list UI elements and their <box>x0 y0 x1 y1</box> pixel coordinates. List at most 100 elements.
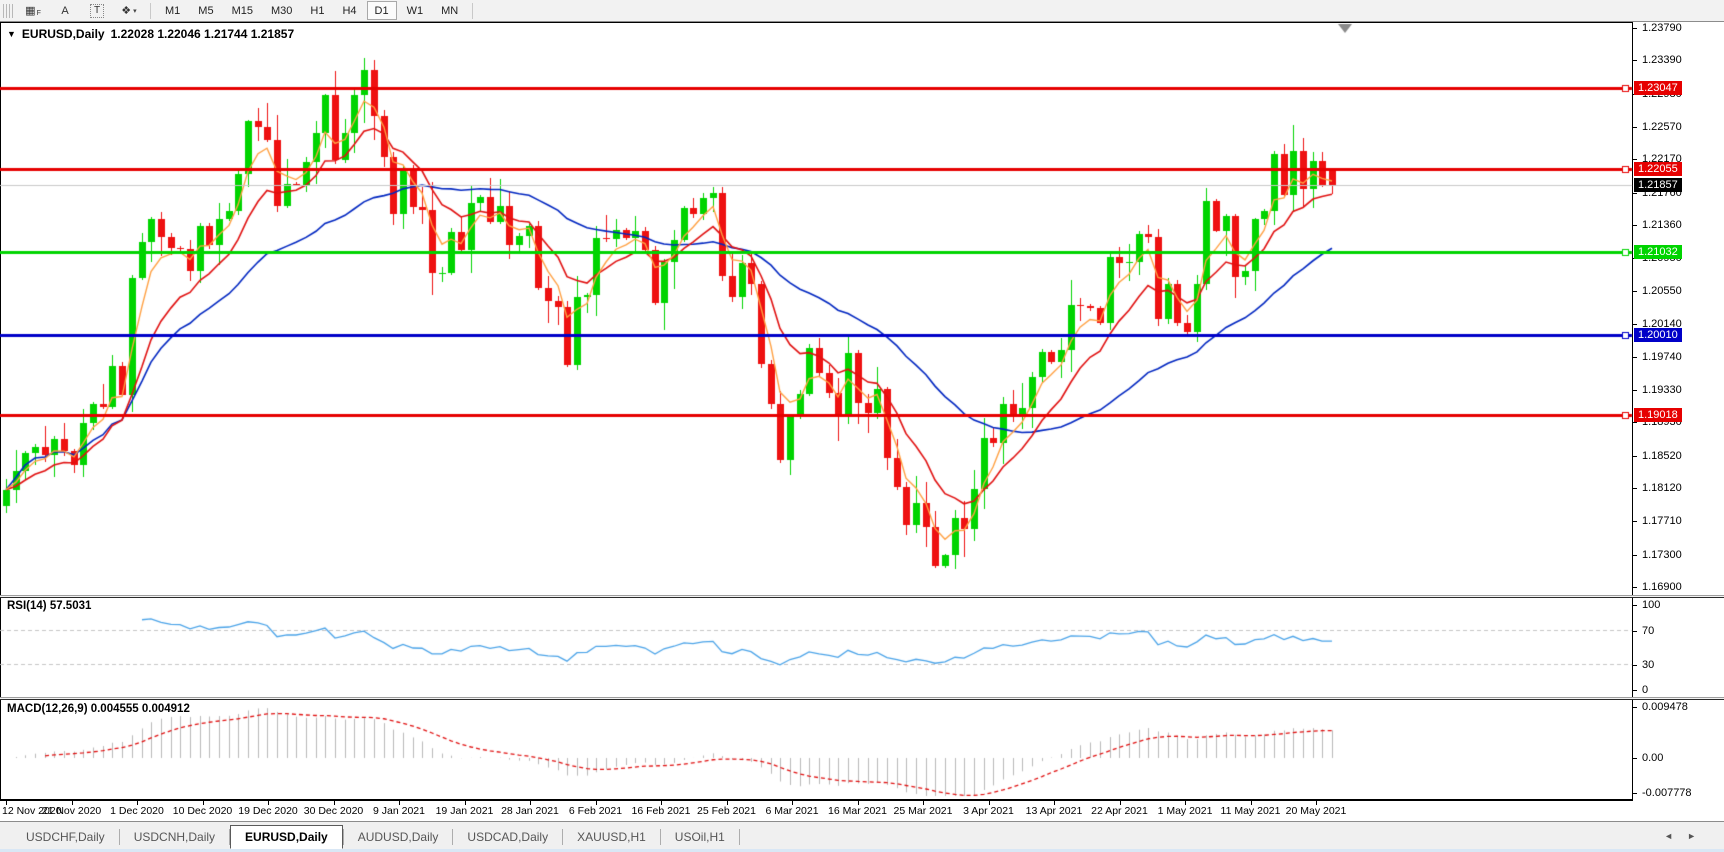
date-label: 22 Apr 2021 <box>1091 805 1148 817</box>
tab-usdcnh[interactable]: USDCNH,Daily <box>120 825 229 849</box>
date-tick <box>858 801 859 805</box>
collapse-arrow-icon[interactable]: ▼ <box>7 29 16 39</box>
price-tick <box>1633 555 1637 556</box>
tab-eurusd[interactable]: EURUSD,Daily <box>230 825 343 849</box>
price-tick <box>1633 357 1637 358</box>
price-tick-label: 1.18120 <box>1642 482 1682 494</box>
chart-grid-f-icon[interactable]: ▦ F <box>18 2 48 19</box>
current-price-label: 1.21857 <box>1634 178 1682 192</box>
macd-scale-label: -0.007778 <box>1642 787 1692 799</box>
draw-arrows-icon[interactable]: ❖ ▾ <box>114 2 144 19</box>
date-label: 13 Apr 2021 <box>1025 805 1083 817</box>
chart-ohlc-values: 1.22028 1.22046 1.21744 1.21857 <box>110 27 295 41</box>
tab-usdcad[interactable]: USDCAD,Daily <box>453 825 562 849</box>
macd-scale-label: 0.00 <box>1642 752 1664 764</box>
date-tick <box>6 801 7 805</box>
price-tick-label: 1.21360 <box>1642 219 1682 231</box>
date-tick <box>203 801 204 805</box>
price-tick <box>1633 488 1637 489</box>
price-tick <box>1633 28 1637 29</box>
date-tick <box>1251 801 1252 805</box>
rsi-scale-tick <box>1633 631 1637 632</box>
text-box-icon[interactable]: T <box>82 2 112 19</box>
price-tick-label: 1.23390 <box>1642 54 1682 66</box>
date-label: 16 Mar 2021 <box>828 805 887 817</box>
date-tick <box>661 801 662 805</box>
timeframe-button-h1[interactable]: H1 <box>302 1 332 20</box>
macd-scale-label: 0.009478 <box>1642 701 1688 713</box>
timeframe-button-m15[interactable]: M15 <box>224 1 261 20</box>
date-tick <box>989 801 990 805</box>
rsi-scale-tick <box>1633 690 1637 691</box>
price-tick <box>1633 587 1637 588</box>
timeframe-button-d1[interactable]: D1 <box>366 1 397 20</box>
macd-indicator-chart[interactable] <box>0 700 1633 799</box>
date-label: 3 Apr 2021 <box>963 805 1014 817</box>
rsi-scale-label: 100 <box>1642 599 1661 611</box>
date-tick <box>334 801 335 805</box>
chart-symbol-label: EURUSD,Daily <box>21 27 105 41</box>
date-tick <box>1185 801 1186 805</box>
tab-usoil[interactable]: USOil,H1 <box>661 825 739 849</box>
price-tick <box>1633 193 1637 194</box>
tab-scroll-left-icon[interactable]: ◄ <box>1664 831 1687 841</box>
date-label: 19 Dec 2020 <box>238 805 298 817</box>
timeframe-button-m5[interactable]: M5 <box>190 1 221 20</box>
hline-price-label: 1.21032 <box>1634 245 1682 259</box>
date-label: 6 Feb 2021 <box>568 805 623 817</box>
date-label: 9 Jan 2021 <box>373 805 425 817</box>
price-tick <box>1633 422 1637 423</box>
tab-audusd[interactable]: AUDUSD,Daily <box>344 825 453 849</box>
date-tick <box>727 801 728 805</box>
tab-scroll-right-icon[interactable]: ► <box>1687 831 1710 841</box>
date-label: 1 Dec 2020 <box>110 805 164 817</box>
tab-xauusd[interactable]: XAUUSD,H1 <box>563 825 660 849</box>
date-label: 21 Nov 2020 <box>41 805 102 817</box>
price-tick-label: 1.18520 <box>1642 450 1682 462</box>
date-tick <box>137 801 138 805</box>
rsi-scale-label: 70 <box>1642 625 1655 637</box>
date-tick <box>72 801 73 805</box>
rsi-scale-tick <box>1633 605 1637 606</box>
text-label-icon[interactable]: A <box>50 2 80 19</box>
main-price-chart[interactable] <box>0 22 1633 595</box>
date-tick <box>923 801 924 805</box>
macd-scale-tick <box>1633 793 1637 794</box>
price-tick <box>1633 521 1637 522</box>
date-label: 30 Dec 2020 <box>303 805 364 817</box>
timeframe-button-h4[interactable]: H4 <box>334 1 364 20</box>
price-tick <box>1633 291 1637 292</box>
price-tick <box>1633 390 1637 391</box>
hline-price-label: 1.23047 <box>1634 81 1682 95</box>
mt4-window: ▦ F A T ❖ ▾ M1 M5 M15 M30 H1 H4 D1 W1 MN ▼ EURUSD,Dai… <box>0 0 1724 852</box>
price-tick <box>1633 127 1637 128</box>
price-tick-label: 1.17300 <box>1642 549 1682 561</box>
timeframe-button-m1[interactable]: M1 <box>157 1 188 20</box>
chart-title: ▼ EURUSD,Daily 1.22028 1.22046 1.21744 1… <box>7 27 294 41</box>
date-tick <box>465 801 466 805</box>
date-tick <box>268 801 269 805</box>
rsi-indicator-chart[interactable] <box>0 598 1633 697</box>
price-tick-label: 1.19330 <box>1642 384 1682 396</box>
timeframes-group: M1 M5 M15 M30 H1 H4 D1 W1 MN <box>156 1 467 20</box>
date-label: 1 May 2021 <box>1157 805 1213 817</box>
tab-usdchf[interactable]: USDCHF,Daily <box>12 825 119 849</box>
rsi-scale-label: 30 <box>1642 659 1655 671</box>
toolbar-grip[interactable] <box>3 3 13 18</box>
price-tick-label: 1.16900 <box>1642 581 1682 593</box>
date-tick <box>399 801 400 805</box>
price-tick <box>1633 159 1637 160</box>
timeframe-button-m30[interactable]: M30 <box>263 1 300 20</box>
date-tick <box>1316 801 1317 805</box>
toolbar-separator <box>150 2 151 19</box>
date-label: 16 Feb 2021 <box>631 805 691 817</box>
drawing-tools-group: ▦ F A T ❖ ▾ <box>17 2 145 19</box>
timeframe-button-mn[interactable]: MN <box>433 1 466 20</box>
timeframe-button-w1[interactable]: W1 <box>399 1 432 20</box>
date-tick <box>1054 801 1055 805</box>
price-tick <box>1633 225 1637 226</box>
tab-separator <box>738 829 740 845</box>
date-label: 19 Jan 2021 <box>435 805 494 817</box>
macd-scale-tick <box>1633 758 1637 759</box>
tab-scroll-arrows: ◄► <box>1664 831 1710 841</box>
